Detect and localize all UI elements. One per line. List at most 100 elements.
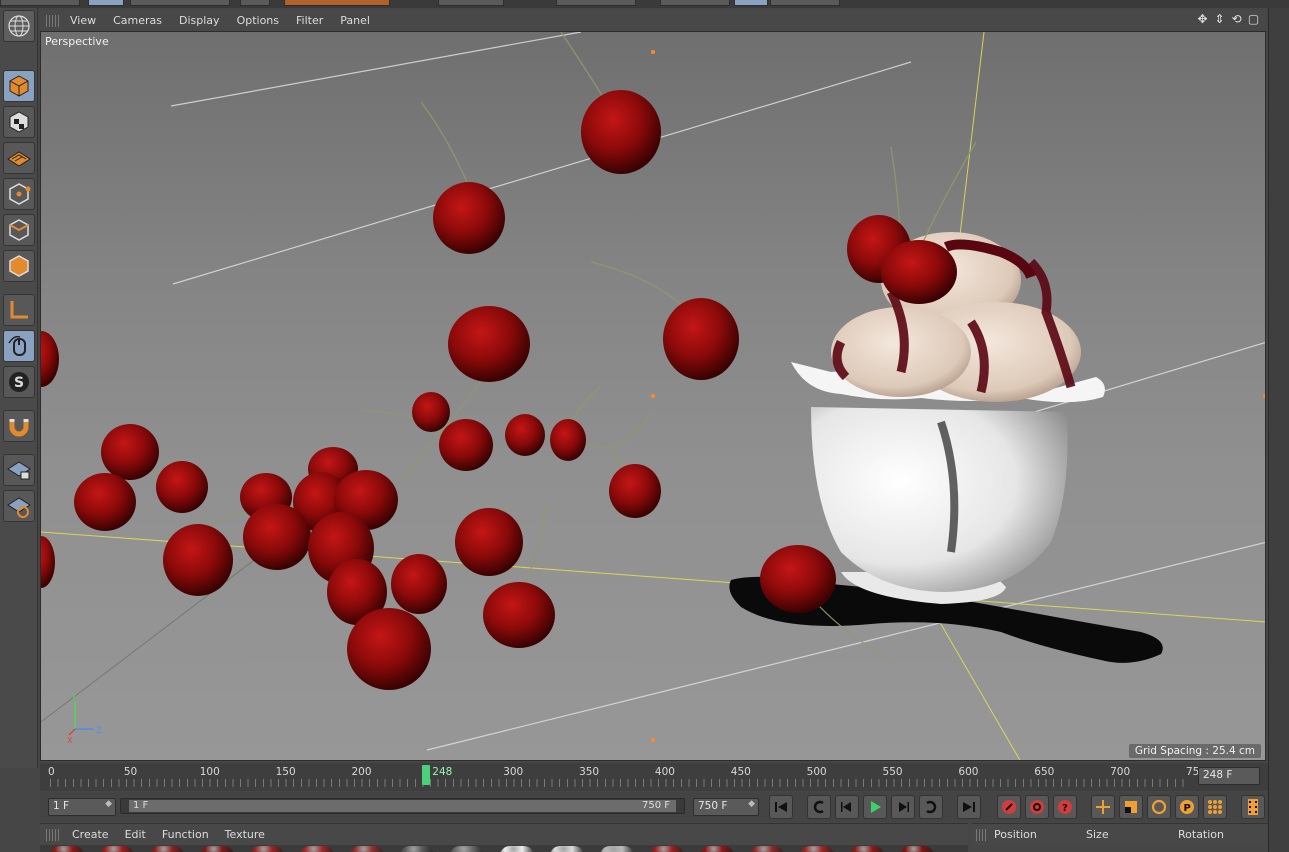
material-thumbnail[interactable] xyxy=(350,846,384,852)
top-tool-button[interactable] xyxy=(438,0,504,6)
material-thumbnail[interactable] xyxy=(200,846,234,852)
rotate-key-button[interactable] xyxy=(1147,795,1171,819)
frame-tick-label: 50 xyxy=(123,766,138,778)
material-thumbnail[interactable] xyxy=(500,846,534,852)
frame-ruler[interactable]: 248 0 50 100 150 200 300 350 400 450 500 550 600 650… xyxy=(48,763,1206,789)
keyframe-selection-button[interactable]: ? xyxy=(1053,795,1077,819)
material-thumbnail[interactable] xyxy=(450,846,484,852)
material-manager-menu-bar: Create Edit Function Texture xyxy=(40,823,968,845)
rotate-key-icon xyxy=(1151,799,1167,815)
menu-options[interactable]: Options xyxy=(237,14,279,27)
record-active-button[interactable] xyxy=(997,795,1021,819)
menu-view[interactable]: View xyxy=(70,14,96,27)
perspective-viewport[interactable]: Y Z X Perspective Grid Spacing : 25.4 cm xyxy=(40,31,1266,761)
next-frame-button[interactable] xyxy=(891,795,915,819)
spinner-icon[interactable]: ◆ xyxy=(105,799,112,809)
rotate-view-icon[interactable]: ⟲ xyxy=(1230,13,1243,26)
autokey-button[interactable] xyxy=(1025,795,1049,819)
go-to-start-button[interactable] xyxy=(769,795,793,819)
material-thumbnail[interactable] xyxy=(100,846,134,852)
next-key-button[interactable] xyxy=(919,795,943,819)
workplane-button[interactable] xyxy=(3,490,35,522)
move-view-icon[interactable]: ✥ xyxy=(1196,13,1209,26)
timeline-film-button[interactable] xyxy=(1241,795,1265,819)
material-thumbnail[interactable] xyxy=(150,846,184,852)
snap-magnet-button[interactable] xyxy=(3,410,35,442)
previous-frame-icon xyxy=(841,802,851,812)
left-mode-toolbar: S xyxy=(0,8,38,768)
material-thumbnail[interactable] xyxy=(550,846,584,852)
axis-z-label: Z xyxy=(96,726,102,736)
timeline-ruler[interactable]: 248 0 50 100 150 200 300 350 400 450 500 550 600 650… xyxy=(40,763,1268,791)
menu-cameras[interactable]: Cameras xyxy=(113,14,162,27)
menu-filter[interactable]: Filter xyxy=(296,14,323,27)
top-tool-button[interactable] xyxy=(284,0,390,6)
panel-grip-icon[interactable] xyxy=(46,828,60,841)
cube-mode-button[interactable] xyxy=(3,70,35,102)
material-thumbnail[interactable] xyxy=(800,846,834,852)
scale-key-button[interactable] xyxy=(1119,795,1143,819)
menu-texture[interactable]: Texture xyxy=(225,828,265,841)
menu-function[interactable]: Function xyxy=(162,828,209,841)
top-tool-button[interactable] xyxy=(556,0,636,6)
maximize-view-icon[interactable]: ▢ xyxy=(1247,13,1260,26)
frame-tick-label: 350 xyxy=(579,766,600,778)
top-tool-button[interactable] xyxy=(734,0,768,6)
view-menu-sphere-button[interactable] xyxy=(3,10,35,42)
axis-mode-button[interactable] xyxy=(3,294,35,326)
play-forward-button[interactable] xyxy=(863,795,887,819)
top-tool-button[interactable] xyxy=(0,0,80,6)
previous-frame-button[interactable] xyxy=(835,795,859,819)
material-thumbnail[interactable] xyxy=(600,846,634,852)
checker-texture-mode-button[interactable] xyxy=(3,106,35,138)
end-frame-field[interactable]: 750 F ◆ xyxy=(693,798,759,816)
top-tool-button[interactable] xyxy=(130,0,230,6)
go-to-end-button[interactable] xyxy=(957,795,981,819)
menu-panel[interactable]: Panel xyxy=(340,14,370,27)
top-tool-button[interactable] xyxy=(240,0,270,6)
spinner-icon[interactable]: ◆ xyxy=(748,799,755,809)
dolly-view-icon[interactable]: ⇕ xyxy=(1213,13,1226,26)
polygons-mode-button[interactable] xyxy=(3,250,35,282)
tweak-mouse-button[interactable] xyxy=(3,330,35,362)
texture-axis-button[interactable] xyxy=(3,142,35,174)
menu-display[interactable]: Display xyxy=(179,14,220,27)
start-frame-value: 1 F xyxy=(53,800,70,812)
range-fill[interactable] xyxy=(129,800,676,812)
frame-tick-label: 400 xyxy=(654,766,675,778)
panel-grip-icon[interactable] xyxy=(46,14,60,27)
material-thumbnail[interactable] xyxy=(900,846,934,852)
top-tool-button[interactable] xyxy=(660,0,730,6)
material-thumbnails xyxy=(40,845,968,852)
move-key-button[interactable] xyxy=(1091,795,1115,819)
material-thumbnail[interactable] xyxy=(400,846,434,852)
panel-grip-icon[interactable] xyxy=(976,828,986,841)
start-frame-field[interactable]: 1 F ◆ xyxy=(48,798,116,816)
material-thumbnail[interactable] xyxy=(300,846,334,852)
previous-key-button[interactable] xyxy=(807,795,831,819)
material-thumbnail[interactable] xyxy=(750,846,784,852)
param-key-button[interactable]: P xyxy=(1175,795,1199,819)
edges-mode-button[interactable] xyxy=(3,214,35,246)
top-tool-button[interactable] xyxy=(770,0,840,6)
grid-spacing-readout: Grid Spacing : 25.4 cm xyxy=(1128,744,1261,758)
material-thumbnail[interactable] xyxy=(250,846,284,852)
material-thumbnail[interactable] xyxy=(50,846,84,852)
material-thumbnail[interactable] xyxy=(650,846,684,852)
frame-range-slider[interactable]: 1 F 750 F xyxy=(120,798,685,814)
points-mode-button[interactable] xyxy=(3,178,35,210)
pla-key-button[interactable] xyxy=(1203,795,1227,819)
current-frame-field[interactable]: 248 F xyxy=(1198,767,1260,785)
menu-edit[interactable]: Edit xyxy=(125,828,146,841)
range-end-label: 750 F xyxy=(641,800,670,811)
material-thumbnail[interactable] xyxy=(850,846,884,852)
solo-button[interactable]: S xyxy=(3,366,35,398)
next-frame-icon xyxy=(899,802,909,812)
timeline-film-icon xyxy=(1248,799,1258,815)
material-thumbnail[interactable] xyxy=(700,846,734,852)
menu-create[interactable]: Create xyxy=(72,828,109,841)
top-tool-button[interactable] xyxy=(88,0,124,6)
workplane-lock-button[interactable] xyxy=(3,454,35,486)
grid-sphere-icon xyxy=(8,15,30,37)
playhead-marker[interactable] xyxy=(422,765,431,785)
